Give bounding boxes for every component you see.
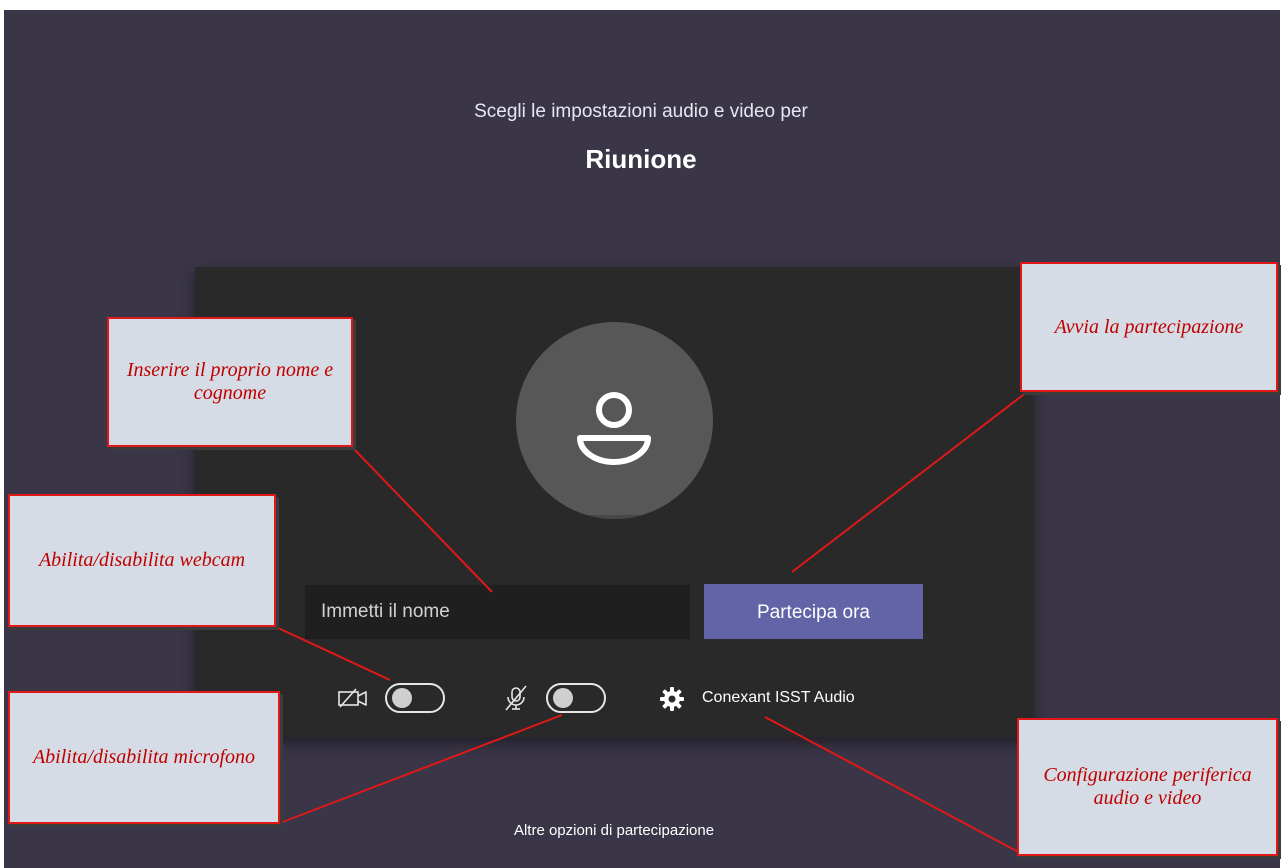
name-callout: Inserire il proprio nome e cognome bbox=[107, 317, 353, 447]
microphone-toggle-knob bbox=[553, 688, 573, 708]
avatar bbox=[516, 322, 713, 519]
person-icon bbox=[577, 392, 651, 465]
camera-toggle[interactable] bbox=[385, 683, 445, 713]
audio-device-label[interactable]: Conexant ISST Audio bbox=[702, 689, 855, 707]
device-callout: Configurazione periferica audio e video bbox=[1017, 718, 1278, 856]
microphone-off-icon[interactable] bbox=[502, 684, 530, 712]
prejoin-subtitle: Scegli le impostazioni audio e video per bbox=[474, 101, 808, 122]
name-input[interactable] bbox=[305, 585, 690, 639]
gear-icon[interactable] bbox=[659, 686, 685, 712]
camera-off-icon[interactable] bbox=[337, 687, 369, 709]
webcam-callout: Abilita/disabilita webcam bbox=[8, 494, 276, 627]
microphone-toggle[interactable] bbox=[546, 683, 606, 713]
join-callout: Avvia la partecipazione bbox=[1020, 262, 1278, 392]
avatar-shadow bbox=[516, 515, 713, 519]
camera-toggle-knob bbox=[392, 688, 412, 708]
meeting-title: Riunione bbox=[585, 144, 697, 174]
mic-callout: Abilita/disabilita microfono bbox=[8, 691, 280, 824]
join-now-button[interactable]: Partecipa ora bbox=[704, 584, 923, 639]
